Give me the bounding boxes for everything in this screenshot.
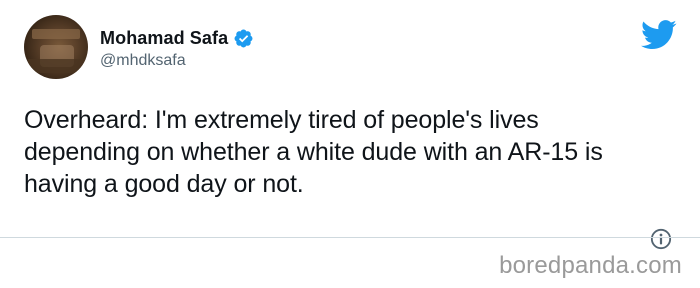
verified-badge-icon xyxy=(234,29,253,47)
tweet-text: Overheard: I'm extremely tired of people… xyxy=(24,106,603,198)
author-name[interactable]: Mohamad Safa xyxy=(100,28,228,49)
info-icon[interactable] xyxy=(650,228,672,250)
author-name-row: Mohamad Safa xyxy=(100,26,254,50)
watermark: boredpanda.com xyxy=(499,252,682,279)
divider xyxy=(0,237,700,238)
avatar[interactable] xyxy=(24,15,88,79)
author-handle[interactable]: @mhdksafa xyxy=(100,52,186,70)
tweet-card: Mohamad Safa @mhdksafa Overheard: I'm ex… xyxy=(0,0,700,250)
twitter-bird-icon[interactable] xyxy=(641,20,677,50)
